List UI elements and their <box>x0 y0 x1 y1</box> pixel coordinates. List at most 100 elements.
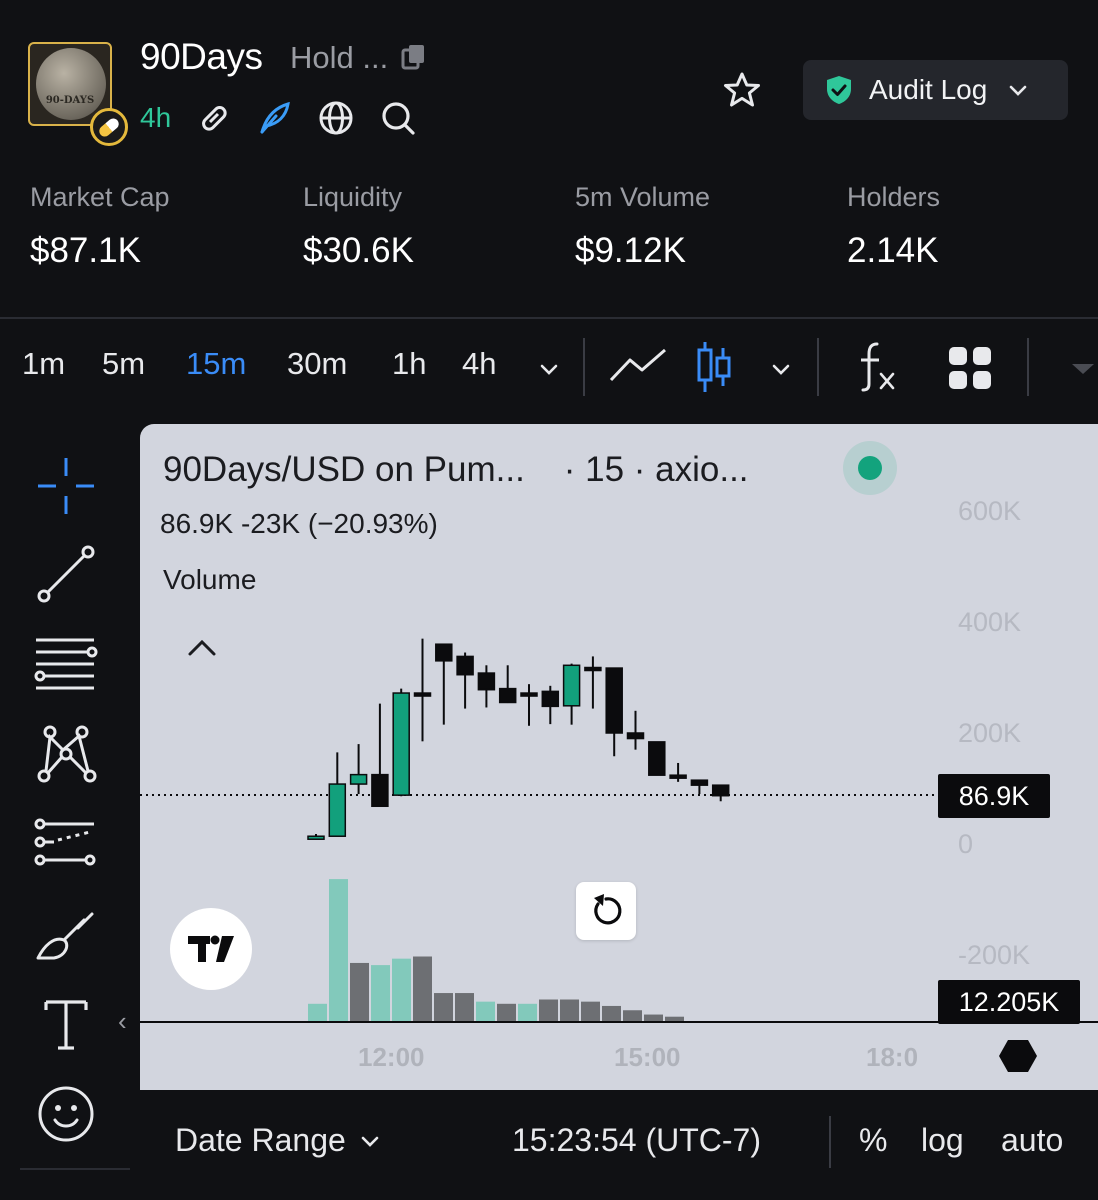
chart-interval: · 15 · axio... <box>563 450 749 489</box>
globe-icon[interactable] <box>318 100 354 136</box>
coin-image-text: 90-DAYS <box>45 95 95 106</box>
toolbar-separator <box>1027 338 1029 396</box>
timeframe-1m[interactable]: 1m <box>22 346 65 382</box>
stat-value: $30.6K <box>303 231 414 270</box>
volume-bar <box>455 993 474 1021</box>
token-header: 90-DAYS 90Days Hold ... 4h Audit Log Mar… <box>0 0 1098 270</box>
last-volume-label: 12.205K <box>938 980 1080 1024</box>
stat-value: 2.14K <box>847 231 939 270</box>
candle-body <box>584 666 602 672</box>
crosshair-icon[interactable] <box>34 454 98 518</box>
y-axis-tick: 200K <box>958 718 1022 748</box>
y-axis-tick: 400K <box>958 607 1022 637</box>
more-dropdown-icon[interactable] <box>1068 360 1098 378</box>
trend-line-icon[interactable] <box>34 542 98 606</box>
reset-chart-button[interactable] <box>576 882 636 940</box>
volume-bar <box>350 962 369 1021</box>
volume-bar <box>497 1003 516 1021</box>
candle-body <box>669 774 687 779</box>
tradingview-logo[interactable] <box>170 908 252 990</box>
volume-bar <box>308 1003 327 1021</box>
collapse-sidebar-icon[interactable]: ‹ <box>118 1006 127 1037</box>
text-tool-icon[interactable] <box>34 994 98 1058</box>
coin-image <box>36 48 106 120</box>
volume-bar <box>371 965 390 1021</box>
shield-check-icon <box>827 76 851 104</box>
tradingview-logo-icon <box>188 935 234 962</box>
volume-label: Volume <box>163 564 257 595</box>
volume-bar <box>518 1003 537 1021</box>
stat-market-cap: Market Cap $87.1K <box>30 182 170 271</box>
volume-bar <box>581 1001 600 1021</box>
candle-body <box>562 664 581 707</box>
volume-bar <box>644 1014 663 1021</box>
stat-label: Liquidity <box>303 182 403 212</box>
brush-icon[interactable] <box>34 906 98 970</box>
percent-toggle[interactable]: % <box>859 1122 887 1159</box>
timeframe-15m[interactable]: 15m <box>186 346 246 382</box>
timeframe-1h[interactable]: 1h <box>392 346 426 382</box>
feather-icon[interactable] <box>256 100 292 136</box>
token-subtitle: Hold ... <box>290 40 389 75</box>
timeframe-4h[interactable]: 4h <box>462 346 496 382</box>
chevron-up-icon[interactable] <box>184 630 220 666</box>
volume-bar <box>413 956 432 1021</box>
candle-body <box>690 779 709 786</box>
pill-badge-icon <box>90 108 128 146</box>
date-range-button[interactable]: Date Range <box>175 1122 380 1159</box>
star-icon[interactable] <box>722 70 762 110</box>
stat-value: $9.12K <box>575 231 686 270</box>
x-axis-tick: 15:00 <box>614 1042 681 1072</box>
chart-panel[interactable]: 90Days/USD on Pum... · 15 · axio... 86.9… <box>140 424 1098 1090</box>
hexagon-icon[interactable] <box>998 1036 1038 1076</box>
chevron-down-icon <box>361 1136 379 1147</box>
layout-grid-icon[interactable] <box>948 346 992 390</box>
x-axis-tick: 12:00 <box>358 1042 425 1072</box>
candle-body <box>371 773 389 808</box>
candle-body <box>349 773 368 785</box>
candle-body <box>392 692 410 796</box>
log-toggle[interactable]: log <box>921 1122 964 1159</box>
timeframe-30m[interactable]: 30m <box>287 346 347 382</box>
audit-log-button[interactable]: Audit Log <box>803 60 1068 120</box>
timeframe-dropdown-icon[interactable] <box>538 358 560 380</box>
volume-bar <box>476 1001 495 1021</box>
y-axis-tick: 0 <box>958 829 974 859</box>
stat-value: $87.1K <box>30 231 141 270</box>
candlestick-icon[interactable] <box>694 340 734 394</box>
volume-bar <box>392 958 411 1021</box>
copy-icon[interactable] <box>400 42 428 70</box>
candle-body <box>307 835 325 840</box>
pattern-tool-icon[interactable] <box>34 722 98 786</box>
line-chart-icon[interactable] <box>608 346 668 386</box>
timeframe-5m[interactable]: 5m <box>102 346 145 382</box>
token-name: 90Days <box>140 36 263 77</box>
audit-log-label: Audit Log <box>869 74 988 105</box>
live-status-icon <box>843 441 897 495</box>
stat-label: Holders <box>847 182 941 212</box>
indicators-fx-icon[interactable] <box>855 340 899 392</box>
chart-title: 90Days/USD on Pum... · 15 · axio... <box>163 450 749 490</box>
fib-retracement-icon[interactable] <box>34 630 98 694</box>
auto-toggle[interactable]: auto <box>1001 1122 1063 1159</box>
chart-symbol: 90Days/USD on Pum... <box>163 450 525 489</box>
x-axis-tick: 18:0 <box>866 1042 919 1072</box>
search-icon[interactable] <box>380 100 416 136</box>
stat-liquidity: Liquidity $30.6K <box>303 182 414 271</box>
candle-body <box>711 784 730 797</box>
timezone-clock[interactable]: 15:23:54 (UTC-7) <box>512 1122 761 1159</box>
candle-body <box>413 692 432 697</box>
volume-bar <box>602 1005 621 1021</box>
chart-type-dropdown-icon[interactable] <box>770 358 792 380</box>
volume-bar <box>665 1016 684 1021</box>
volume-bar <box>560 999 579 1021</box>
y-axis-tick: -200K <box>958 940 1031 970</box>
toolbar-separator <box>583 338 585 396</box>
forecast-tool-icon[interactable] <box>34 814 98 878</box>
toolbar-separator <box>817 338 819 396</box>
last-price-label: 86.9K <box>938 774 1050 818</box>
volume-bar <box>539 999 558 1021</box>
candle-body <box>435 643 453 662</box>
link-icon[interactable] <box>196 100 232 136</box>
bottom-separator <box>829 1116 831 1168</box>
